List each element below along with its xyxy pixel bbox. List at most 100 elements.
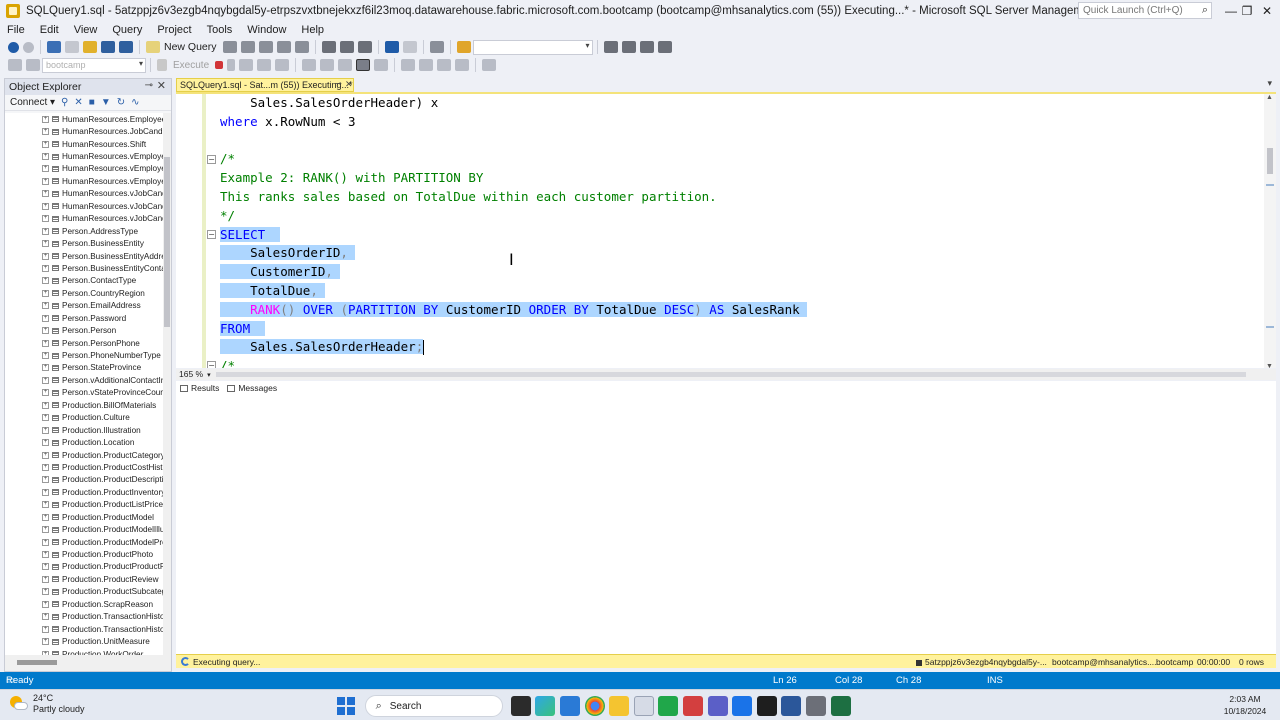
parse-icon[interactable] [227, 59, 236, 71]
expand-icon[interactable]: + [42, 153, 49, 161]
filter-icon[interactable]: ▼ [101, 97, 111, 108]
start-button[interactable] [336, 696, 356, 716]
store-icon[interactable] [560, 696, 581, 716]
expand-icon[interactable]: + [42, 252, 49, 260]
expand-icon[interactable]: + [42, 140, 49, 148]
expand-icon[interactable]: + [42, 401, 49, 409]
results-to-text-icon[interactable] [338, 59, 353, 71]
menu-edit[interactable]: Edit [33, 24, 67, 36]
tree-item-table[interactable]: + Production.ProductInventory [5, 486, 163, 498]
expand-icon[interactable]: + [42, 339, 49, 347]
tree-item-table[interactable]: + HumanResources.EmployeeP [5, 113, 163, 125]
cut-icon[interactable] [321, 41, 336, 53]
undo-icon[interactable] [384, 41, 399, 53]
tree-item-table[interactable]: + Production.ProductSubcateg [5, 586, 163, 598]
new-project-icon[interactable] [47, 41, 61, 53]
increase-indent-icon[interactable] [455, 59, 470, 71]
tab-results[interactable]: Results [180, 383, 219, 393]
expand-icon[interactable]: + [42, 476, 49, 484]
scroll-thumb[interactable] [1267, 148, 1273, 174]
tree-item-table[interactable]: + Person.ContactType [5, 275, 163, 287]
editor-vscrollbar[interactable]: ▲ ▼ [1264, 94, 1276, 368]
client-stats-icon[interactable] [320, 59, 335, 71]
results-pane[interactable] [176, 395, 1276, 654]
close-icon[interactable]: ✕ [345, 79, 353, 90]
activity-monitor-icon[interactable] [429, 41, 444, 53]
expand-icon[interactable]: + [42, 488, 49, 496]
tree-item-table[interactable]: + Production.ProductCategory [5, 449, 163, 461]
tree-item-table[interactable]: + Person.BusinessEntityContac [5, 262, 163, 274]
find-icon[interactable] [456, 41, 471, 53]
menu-tools[interactable]: Tools [200, 24, 241, 36]
todo-icon[interactable] [732, 696, 753, 716]
object-explorer-hscrollbar[interactable] [5, 655, 171, 671]
tab-sqlquery1[interactable]: SQLQuery1.sql - Sat...m (55)) Executing.… [176, 78, 354, 92]
expand-icon[interactable]: + [42, 264, 49, 272]
taskbar-clock[interactable]: 2:03 AM 10/18/2024 [1214, 693, 1276, 717]
open-file-icon[interactable] [83, 41, 97, 53]
execute-button[interactable]: Execute [173, 60, 209, 71]
refresh-icon[interactable]: ↻ [117, 97, 125, 108]
include-plan-icon[interactable] [302, 59, 317, 71]
back-icon[interactable] [8, 41, 19, 53]
quick-launch-input[interactable]: Quick Launch (Ctrl+Q) ⌕ [1078, 2, 1212, 19]
connect-dropdown[interactable]: Connect ▾ [10, 97, 55, 108]
new-query-button[interactable]: New Query [164, 41, 217, 53]
menu-project[interactable]: Project [150, 24, 199, 36]
expand-icon[interactable]: + [42, 302, 49, 310]
expand-icon[interactable]: + [42, 613, 49, 621]
xmla-query-icon[interactable] [276, 41, 291, 53]
expand-icon[interactable]: + [42, 625, 49, 633]
word-icon[interactable] [781, 696, 802, 716]
edge-icon[interactable] [535, 696, 556, 716]
results-to-grid-icon[interactable] [356, 59, 371, 71]
window-layout-icon[interactable] [657, 41, 672, 53]
tree-item-table[interactable]: + Production.UnitMeasure [5, 635, 163, 647]
tree-item-table[interactable]: + HumanResources.vJobCandi [5, 188, 163, 200]
paste-icon[interactable] [357, 41, 372, 53]
expand-icon[interactable]: + [42, 314, 49, 322]
tree-item-table[interactable]: + HumanResources.Shift [5, 138, 163, 150]
toolbox-icon[interactable] [639, 41, 654, 53]
fold-toggle-icon[interactable]: − [207, 155, 216, 164]
editor-hscrollbar[interactable] [216, 372, 1246, 377]
expand-icon[interactable]: + [42, 364, 49, 372]
solution-explorer-icon[interactable] [603, 41, 618, 53]
tab-list-dropdown-icon[interactable]: ▾ [1267, 78, 1272, 89]
terminal-icon[interactable] [756, 696, 777, 716]
scroll-up-icon[interactable]: ▲ [1266, 94, 1273, 101]
tree-item-table[interactable]: + Person.AddressType [5, 225, 163, 237]
tab-messages[interactable]: Messages [227, 383, 277, 393]
tree-item-table[interactable]: + HumanResources.vEmployee [5, 163, 163, 175]
expand-icon[interactable]: + [42, 426, 49, 434]
stop-icon[interactable]: ■ [89, 97, 95, 108]
expand-icon[interactable]: + [42, 128, 49, 136]
db-engine-query-icon[interactable] [222, 41, 237, 53]
expand-icon[interactable]: + [42, 439, 49, 447]
scroll-thumb[interactable] [17, 660, 57, 665]
scroll-thumb[interactable] [164, 157, 170, 327]
forward-icon[interactable] [23, 41, 34, 53]
save-all-icon[interactable] [119, 41, 133, 53]
save-icon[interactable] [101, 41, 115, 53]
expand-icon[interactable]: + [42, 227, 49, 235]
tree-item-table[interactable]: + Production.ScrapReason [5, 598, 163, 610]
properties-icon[interactable] [621, 41, 636, 53]
tree-item-table[interactable]: + Person.vAdditionalContactIn [5, 374, 163, 386]
expand-icon[interactable]: + [42, 327, 49, 335]
tree-item-table[interactable]: + Person.BusinessEntityAddres [5, 250, 163, 262]
camtasia-icon[interactable] [658, 696, 679, 716]
menu-file[interactable]: File [0, 24, 33, 36]
taskbar-search[interactable]: ⌕ Search [364, 695, 503, 717]
tree-item-table[interactable]: + Person.CountryRegion [5, 287, 163, 299]
expand-icon[interactable]: + [42, 501, 49, 509]
tree-item-table[interactable]: + HumanResources.vEmployee [5, 150, 163, 162]
expand-icon[interactable]: + [42, 538, 49, 546]
mdx-query-icon[interactable] [240, 41, 255, 53]
expand-icon[interactable]: + [42, 563, 49, 571]
redo-icon[interactable] [402, 41, 417, 53]
menu-view[interactable]: View [67, 24, 106, 36]
app-icon[interactable] [806, 696, 827, 716]
tree-item-table[interactable]: + Person.StateProvince [5, 362, 163, 374]
tree-item-table[interactable]: + Person.Person [5, 324, 163, 336]
